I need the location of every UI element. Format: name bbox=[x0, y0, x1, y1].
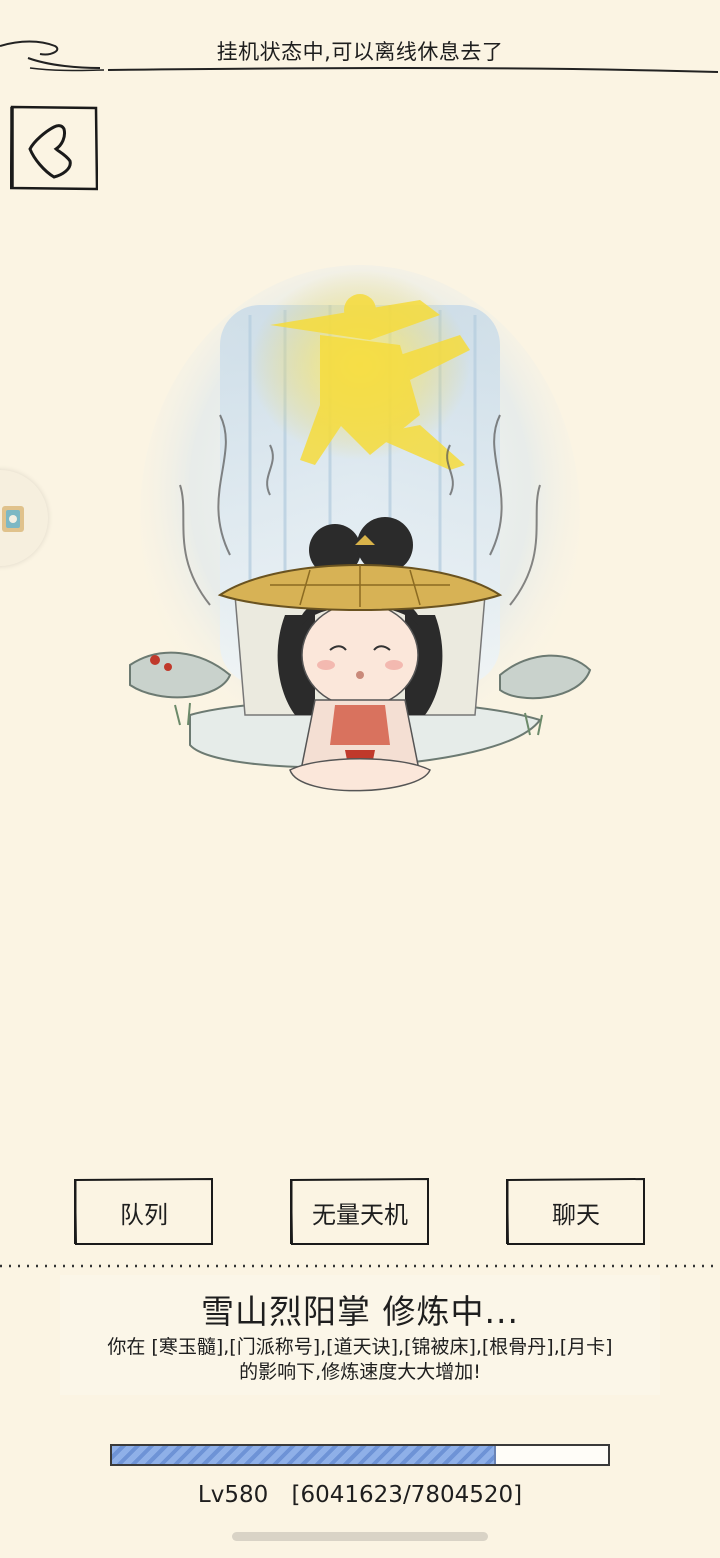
home-indicator[interactable] bbox=[232, 1532, 488, 1541]
chat-button[interactable]: 聊天 bbox=[506, 1178, 646, 1246]
exp-progress-bar bbox=[110, 1444, 610, 1466]
side-floating-tab[interactable] bbox=[0, 470, 48, 566]
dotted-divider bbox=[0, 1264, 720, 1268]
queue-button-label: 队列 bbox=[120, 1200, 168, 1229]
training-skill-title: 雪山烈阳掌 修炼中... bbox=[201, 1292, 519, 1331]
level-readout: Lv580 [6041623/7804520] bbox=[0, 1482, 720, 1508]
infinite-secrets-button[interactable]: 无量天机 bbox=[290, 1178, 430, 1246]
top-bar: 挂机状态中,可以离线休息去了 bbox=[0, 0, 720, 80]
exp-value: [6041623/7804520] bbox=[291, 1482, 523, 1508]
training-bonus-description: 你在 [寒玉髓],[门派称号],[道天诀],[锦被床],[根骨丹],[月卡] 的… bbox=[60, 1335, 660, 1385]
app-badge-icon bbox=[2, 506, 24, 532]
back-arrow-icon bbox=[9, 105, 99, 191]
status-title: 挂机状态中,可以离线休息去了 bbox=[216, 40, 504, 64]
exp-progress-fill bbox=[112, 1446, 496, 1464]
back-button[interactable] bbox=[9, 105, 99, 191]
training-bonus-line-1: 你在 [寒玉髓],[门派称号],[道天诀],[锦被床],[根骨丹],[月卡] bbox=[107, 1336, 613, 1358]
level-label: Lv580 bbox=[197, 1482, 269, 1508]
training-bonus-line-2: 的影响下,修炼速度大大增加! bbox=[239, 1361, 481, 1383]
chat-button-label: 聊天 bbox=[552, 1200, 600, 1229]
infinite-secrets-button-label: 无量天机 bbox=[312, 1200, 408, 1229]
queue-button[interactable]: 队列 bbox=[74, 1178, 214, 1246]
cultivation-illustration bbox=[120, 255, 600, 815]
